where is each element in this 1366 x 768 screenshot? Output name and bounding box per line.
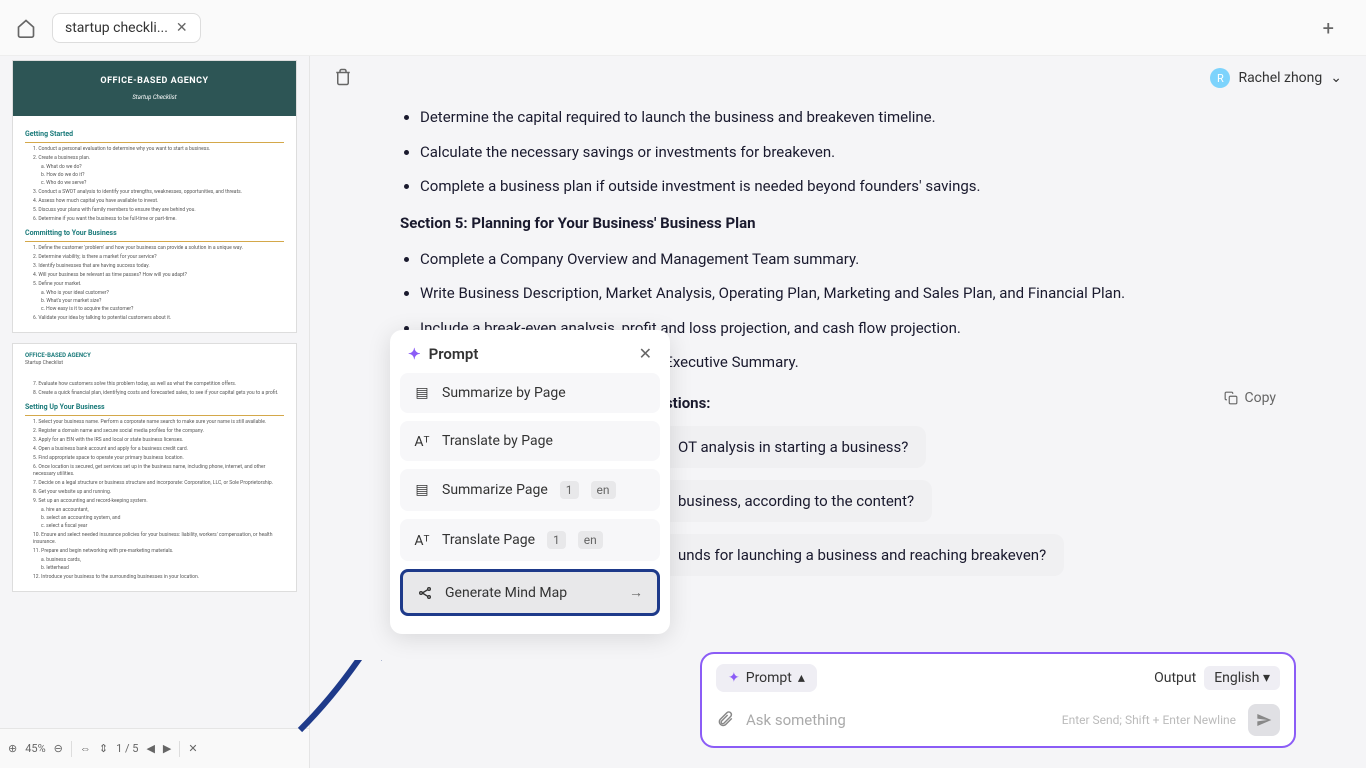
generate-mindmap-item[interactable]: Generate Mind Map →: [400, 569, 660, 616]
output-label: Output: [1154, 670, 1196, 686]
prev-page-icon[interactable]: ◀: [146, 742, 154, 755]
zoom-level: 45%: [25, 742, 45, 755]
translate-icon: Aᵀ: [414, 532, 430, 548]
prompt-button[interactable]: ✦ Prompt ▴: [716, 664, 817, 692]
close-icon[interactable]: ✕: [639, 344, 652, 363]
summarize-by-page-item[interactable]: ▤ Summarize by Page: [400, 373, 660, 413]
chat-input[interactable]: [746, 711, 1050, 729]
thumb-section-title: Committing to Your Business: [25, 229, 284, 242]
next-page-icon[interactable]: ▶: [163, 742, 171, 755]
bullet-item: Write Business Description, Market Analy…: [420, 282, 1296, 305]
document-tab[interactable]: startup checkli... ✕: [52, 13, 201, 43]
lang-badge: en: [591, 481, 616, 499]
send-button[interactable]: [1248, 704, 1280, 736]
thumb-banner: OFFICE-BASED AGENCY Startup Checklist: [13, 61, 296, 116]
home-icon[interactable]: [16, 18, 36, 38]
translate-page-item[interactable]: Aᵀ Translate Page 1 en: [400, 519, 660, 561]
bullet-item: Calculate the necessary savings or inves…: [420, 141, 1296, 164]
item-label: Translate by Page: [442, 433, 553, 449]
question-chip[interactable]: business, according to the content?: [660, 480, 932, 522]
section-heading: Section 5: Planning for Your Business' B…: [400, 214, 1296, 232]
chevron-down-icon: ⌄: [1330, 70, 1342, 86]
thumb-banner-title: OFFICE-BASED AGENCY: [21, 75, 288, 88]
copy-label: Copy: [1244, 390, 1276, 406]
app-header: startup checkli... ✕ +: [0, 0, 1366, 56]
language-select[interactable]: English ▾: [1204, 666, 1280, 690]
user-menu[interactable]: R Rachel zhong ⌄: [1210, 68, 1342, 88]
prompt-btn-label: Prompt: [746, 670, 792, 686]
page-icon: ▤: [414, 385, 430, 401]
translate-by-page-item[interactable]: Aᵀ Translate by Page: [400, 421, 660, 461]
thumb-head-title: OFFICE-BASED AGENCY: [13, 344, 296, 360]
thumb-section-title: Setting Up Your Business: [25, 403, 284, 416]
zoom-out-icon[interactable]: ⊖: [54, 742, 63, 755]
lang-badge: en: [578, 531, 603, 549]
thumbnail-sidebar: OFFICE-BASED AGENCY Startup Checklist Ge…: [0, 56, 310, 768]
attach-icon[interactable]: [716, 709, 734, 731]
bullet-item: Complete a business plan if outside inve…: [420, 175, 1296, 198]
page-badge: 1: [547, 531, 566, 549]
add-tab-button[interactable]: +: [1323, 16, 1334, 40]
chat-input-box: ✦ Prompt ▴ Output English ▾ Enter Send; …: [700, 652, 1296, 748]
item-label: Translate Page: [442, 532, 535, 548]
question-chip[interactable]: unds for launching a business and reachi…: [660, 534, 1064, 576]
fit-page-icon[interactable]: ⇕: [99, 742, 108, 755]
question-chip[interactable]: OT analysis in starting a business?: [660, 426, 926, 468]
item-label: Generate Mind Map: [445, 585, 567, 601]
main-layout: OFFICE-BASED AGENCY Startup Checklist Ge…: [0, 56, 1366, 768]
input-hint: Enter Send; Shift + Enter Newline: [1062, 713, 1236, 727]
thumb-head-sub: Startup Checklist: [13, 360, 296, 371]
prompt-popup: ✦ Prompt ✕ ▤ Summarize by Page Aᵀ Transl…: [390, 330, 670, 634]
thumb-section-title: Getting Started: [25, 130, 284, 143]
page-thumbnail-1[interactable]: OFFICE-BASED AGENCY Startup Checklist Ge…: [12, 60, 297, 333]
pdf-toolbar: ⊕ 45% ⊖ ⇔ ⇕ 1 / 5 ◀ ▶ ✕: [0, 728, 309, 768]
copy-button[interactable]: Copy: [1224, 390, 1276, 406]
fit-width-icon[interactable]: ⇔: [80, 742, 91, 755]
popup-title: Prompt: [429, 345, 479, 363]
zoom-in-icon[interactable]: ⊕: [8, 742, 17, 755]
mindmap-icon: [417, 585, 433, 601]
item-label: Summarize by Page: [442, 385, 566, 401]
sparkle-icon: ✦: [728, 670, 740, 686]
avatar: R: [1210, 68, 1230, 88]
arrow-right-icon: →: [629, 584, 643, 601]
bullet-item: Complete a Company Overview and Manageme…: [420, 248, 1296, 271]
item-label: Summarize Page: [442, 482, 548, 498]
page-icon: ▤: [414, 482, 430, 498]
page-badge: 1: [560, 481, 579, 499]
output-language: Output English ▾: [1154, 666, 1280, 690]
page-indicator: 1 / 5: [116, 742, 138, 755]
trash-icon[interactable]: [334, 68, 352, 90]
tab-title: startup checkli...: [65, 20, 168, 36]
thumb-banner-sub: Startup Checklist: [21, 94, 288, 102]
summarize-page-item[interactable]: ▤ Summarize Page 1 en: [400, 469, 660, 511]
close-toolbar-icon[interactable]: ✕: [188, 742, 197, 755]
thumbnail-scroll[interactable]: OFFICE-BASED AGENCY Startup Checklist Ge…: [0, 56, 309, 728]
bullet-item: Determine the capital required to launch…: [420, 106, 1296, 129]
page-thumbnail-2[interactable]: OFFICE-BASED AGENCY Startup Checklist 7.…: [12, 343, 297, 592]
chevron-up-icon: ▴: [798, 670, 805, 686]
user-name: Rachel zhong: [1238, 70, 1322, 86]
translate-icon: Aᵀ: [414, 433, 430, 449]
sparkle-icon: ✦: [408, 345, 421, 363]
chevron-down-icon: ▾: [1263, 670, 1270, 686]
questions-heading: questions:: [640, 394, 1296, 412]
close-icon[interactable]: ✕: [176, 20, 188, 36]
